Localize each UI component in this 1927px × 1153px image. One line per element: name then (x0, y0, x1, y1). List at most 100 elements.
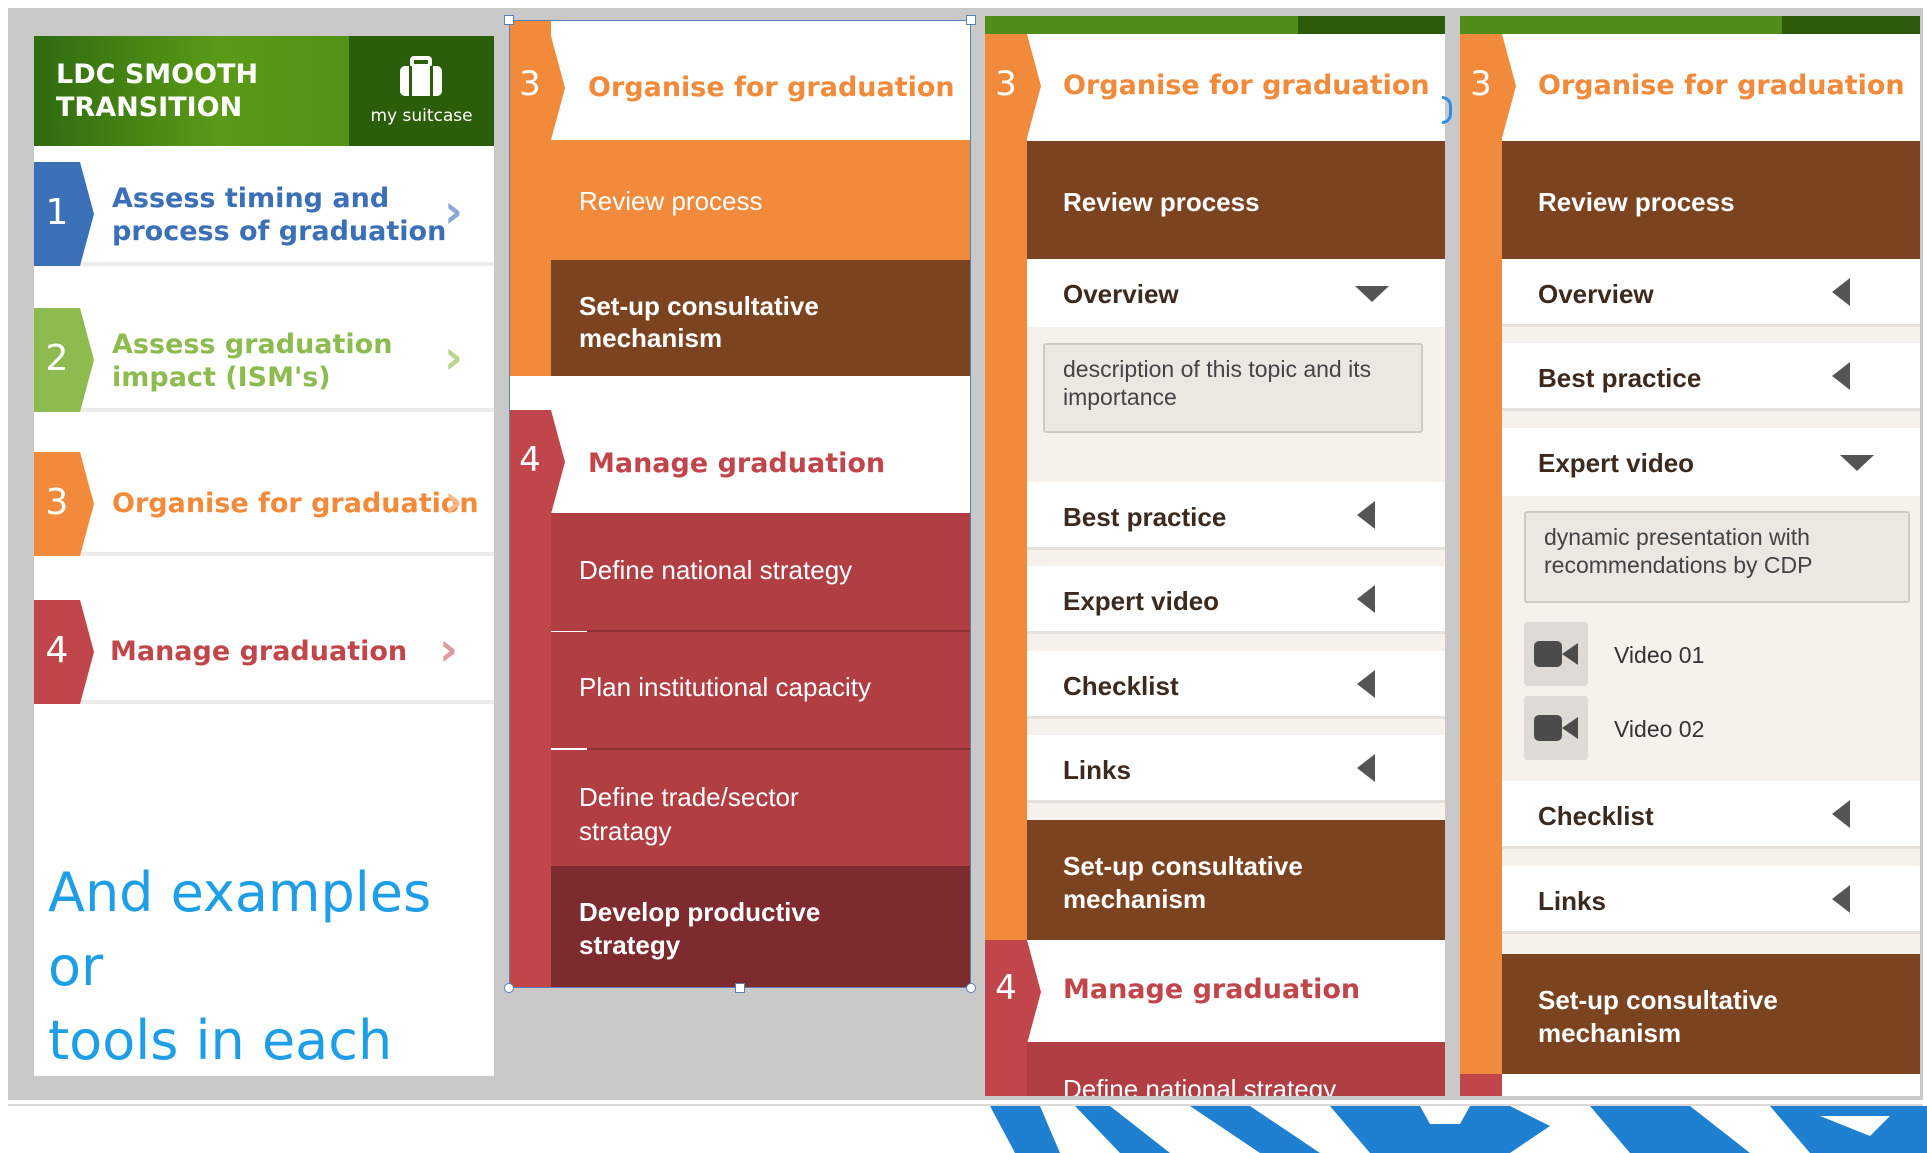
section-4-number: 4 (45, 630, 69, 671)
setup-consultative-line2: mechanism (1063, 884, 1207, 914)
video-thumb (1524, 622, 1588, 686)
section-3-header[interactable]: 3 Organise for graduation (985, 34, 1445, 138)
best-practice-label: Best practice (1538, 363, 1702, 393)
overview-detail-screen: 3 Organise for graduation Review process… (985, 16, 1445, 1096)
best-practice-item[interactable]: Best practice (1502, 343, 1920, 411)
video-01-item[interactable]: Video 01 (1524, 622, 1904, 686)
menu-item-section-2[interactable]: 2 Assess graduation impact (ISM's) › (34, 308, 494, 412)
overview-item[interactable]: Overview (1502, 259, 1920, 327)
checklist-item[interactable]: Checklist (1027, 651, 1445, 719)
resize-handle[interactable] (504, 983, 514, 993)
menu-item-section-3[interactable]: 3 Organise for graduation › (34, 452, 494, 556)
review-process-label: Review process (1063, 187, 1260, 217)
caret-left-icon (1357, 754, 1375, 782)
top-bar (1460, 16, 1920, 34)
resize-handle[interactable] (735, 983, 745, 993)
caret-left-icon (1357, 585, 1375, 613)
section-3-number: 3 (995, 64, 1017, 104)
app-title: LDC SMOOTH TRANSITION (56, 58, 258, 124)
section-2-label-line2: impact (ISM's) (112, 362, 331, 393)
section-4-side-bar (1460, 1074, 1502, 1096)
expert-video-label: Expert video (1538, 448, 1695, 478)
resize-handle[interactable] (504, 15, 514, 25)
define-national-strategy-label: Define national strategy (1063, 1074, 1337, 1096)
section-3-title: Organise for graduation (1063, 70, 1430, 101)
section-1-label-line1: Assess timing and (112, 183, 390, 214)
video-02-item[interactable]: Video 02 (1524, 696, 1904, 760)
define-national-strategy-item[interactable]: Define national strategy (1027, 1042, 1445, 1096)
section-2-number: 2 (45, 338, 69, 379)
section-1-label-line2: process of graduation (112, 216, 447, 247)
chevron-right-icon: › (444, 474, 463, 528)
selection-frame (509, 20, 971, 988)
top-bar (985, 16, 1445, 34)
section-1-number: 1 (45, 192, 69, 233)
setup-consultative-label: Set-up consultative mechanism (1063, 850, 1303, 916)
resize-handle[interactable] (966, 983, 976, 993)
best-practice-item[interactable]: Best practice (1027, 482, 1445, 550)
expert-video-item[interactable]: Expert video (1502, 428, 1920, 496)
section-3-number: 3 (45, 482, 69, 523)
checklist-label: Checklist (1538, 801, 1654, 831)
menu-item-section-4[interactable]: 4 Manage graduation › (34, 600, 494, 704)
links-item[interactable]: Links (1502, 866, 1920, 934)
resize-handle[interactable] (966, 15, 976, 25)
review-process-label: Review process (1538, 187, 1735, 217)
chevron-right-icon: › (444, 330, 463, 384)
review-process-item[interactable]: Review process (1027, 141, 1445, 259)
setup-consultative-item[interactable]: Set-up consultative mechanism (1027, 820, 1445, 940)
video-01-label: Video 01 (1614, 642, 1705, 668)
setup-consultative-line1: Set-up consultative (1538, 985, 1778, 1015)
links-item[interactable]: Links (1027, 735, 1445, 803)
chevron-right-icon: › (439, 622, 458, 676)
app-header: LDC SMOOTH TRANSITION my suitcase (34, 36, 494, 146)
review-process-item[interactable]: Review process (1502, 141, 1920, 259)
links-label: Links (1063, 755, 1131, 785)
caption-line1: And examples or (48, 861, 432, 998)
app-title-line2: TRANSITION (56, 92, 243, 123)
setup-consultative-item[interactable]: Set-up consultative mechanism (1502, 954, 1920, 1074)
section-3-header[interactable]: 3 Organise for graduation (1460, 34, 1920, 138)
video-thumb (1524, 696, 1588, 760)
caret-left-icon (1832, 278, 1850, 306)
caret-left-icon (1357, 501, 1375, 529)
video-camera-icon (1534, 715, 1578, 741)
checklist-item[interactable]: Checklist (1502, 781, 1920, 849)
caption-line2: tools in each (48, 1009, 393, 1072)
expert-video-description: dynamic presentation with recommendation… (1524, 511, 1910, 603)
expert-video-detail-screen: 3 Organise for graduation Review process… (1460, 16, 1920, 1096)
section-3-side-bar (985, 34, 1027, 954)
section-4-number: 4 (995, 968, 1017, 1008)
chevron-right-icon: › (444, 184, 463, 238)
overview-item[interactable]: Overview (1027, 259, 1445, 327)
caret-down-icon (1840, 455, 1874, 471)
overview-label: Overview (1538, 279, 1654, 309)
menu-item-section-1[interactable]: 1 Assess timing and process of graduatio… (34, 162, 494, 266)
section-4-label: Manage graduation (110, 636, 408, 667)
main-menu-screen: LDC SMOOTH TRANSITION my suitcase 1 Asse… (34, 36, 494, 1076)
section-3-title: Organise for graduation (1538, 70, 1905, 101)
caret-down-icon (1355, 286, 1389, 302)
overview-label: Overview (1063, 279, 1179, 309)
caret-left-icon (1832, 362, 1850, 390)
section-2-label: Assess graduation impact (ISM's) (112, 328, 392, 394)
section-2-label-line1: Assess graduation (112, 329, 393, 360)
app-title-line1: LDC SMOOTH (56, 59, 259, 90)
my-suitcase-button[interactable]: my suitcase (349, 36, 494, 146)
caption-text: And examples or tools in each section (48, 856, 494, 1076)
best-practice-label: Best practice (1063, 502, 1227, 532)
setup-consultative-line1: Set-up consultative (1063, 851, 1303, 881)
suitcase-icon (400, 56, 442, 96)
expert-video-item[interactable]: Expert video (1027, 566, 1445, 634)
video-camera-icon (1534, 641, 1578, 667)
section-4-title: Manage graduation (1063, 974, 1361, 1005)
caret-left-icon (1832, 800, 1850, 828)
section-4-header[interactable]: 4 Manage graduation (985, 940, 1445, 1044)
my-suitcase-label: my suitcase (370, 106, 473, 126)
caret-left-icon (1357, 670, 1375, 698)
checklist-label: Checklist (1063, 671, 1179, 701)
section-3-label: Organise for graduation (112, 488, 479, 519)
overview-description: description of this topic and its import… (1043, 343, 1423, 433)
setup-consultative-label: Set-up consultative mechanism (1538, 984, 1778, 1050)
links-label: Links (1538, 886, 1606, 916)
